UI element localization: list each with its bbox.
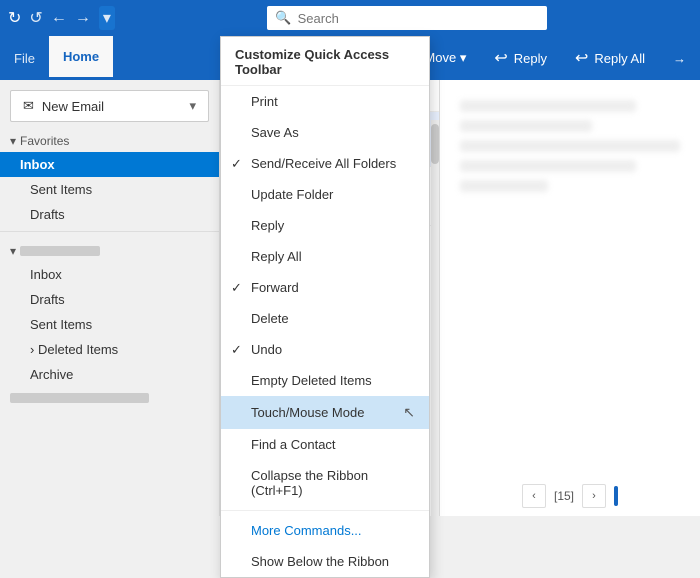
dropdown-item-reply-all[interactable]: Reply All (221, 241, 429, 272)
dropdown-separator (221, 510, 429, 511)
update-folder-label: Update Folder (251, 187, 333, 202)
more-commands-label: More Commands... (251, 523, 362, 538)
dropdown-item-delete[interactable]: Delete (221, 303, 429, 334)
dropdown-item-find-contact[interactable]: Find a Contact (221, 429, 429, 460)
dropdown-item-print[interactable]: Print (221, 86, 429, 117)
dropdown-item-touch-mouse[interactable]: Touch/Mouse Mode ↖ (221, 396, 429, 429)
collapse-ribbon-label: Collapse the Ribbon (Ctrl+F1) (251, 468, 415, 498)
touch-mouse-label: Touch/Mouse Mode (251, 405, 364, 420)
empty-deleted-label: Empty Deleted Items (251, 373, 372, 388)
dropdown-item-reply[interactable]: Reply (221, 210, 429, 241)
dropdown-item-undo[interactable]: ✓ Undo (221, 334, 429, 365)
print-label: Print (251, 94, 278, 109)
find-contact-label: Find a Contact (251, 437, 336, 452)
show-below-label: Show Below the Ribbon (251, 554, 389, 569)
send-receive-check-icon: ✓ (231, 156, 242, 172)
dropdown-item-forward[interactable]: ✓ Forward (221, 272, 429, 303)
dropdown-item-save-as[interactable]: Save As (221, 117, 429, 148)
forward-label: Forward (251, 280, 299, 295)
dropdown-item-show-below[interactable]: Show Below the Ribbon (221, 546, 429, 577)
reply-menu-label: Reply (251, 218, 284, 233)
reply-all-menu-label: Reply All (251, 249, 302, 264)
save-as-label: Save As (251, 125, 299, 140)
dropdown-item-update-folder[interactable]: Update Folder (221, 179, 429, 210)
dropdown-item-empty-deleted[interactable]: Empty Deleted Items (221, 365, 429, 396)
dropdown-title: Customize Quick Access Toolbar (221, 37, 429, 86)
dropdown-menu: Customize Quick Access Toolbar Print Sav… (220, 36, 430, 578)
dropdown-overlay: Customize Quick Access Toolbar Print Sav… (0, 0, 700, 516)
undo-check-icon: ✓ (231, 342, 242, 358)
dropdown-item-more-commands[interactable]: More Commands... (221, 515, 429, 546)
dropdown-item-send-receive[interactable]: ✓ Send/Receive All Folders (221, 148, 429, 179)
dropdown-item-collapse-ribbon[interactable]: Collapse the Ribbon (Ctrl+F1) (221, 460, 429, 506)
cursor-icon: ↖ (403, 404, 415, 421)
send-receive-label: Send/Receive All Folders (251, 156, 396, 171)
undo-menu-label: Undo (251, 342, 282, 357)
delete-label: Delete (251, 311, 289, 326)
forward-check-icon: ✓ (231, 280, 242, 296)
